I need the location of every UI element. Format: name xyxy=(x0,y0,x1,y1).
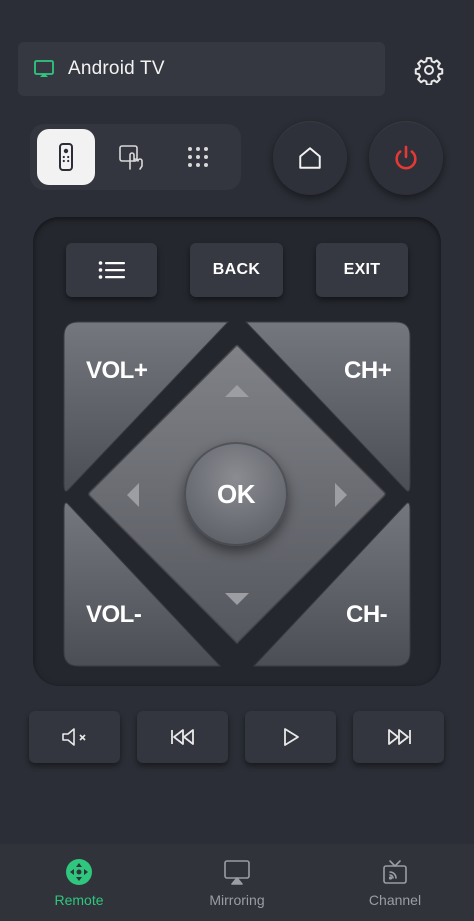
settings-button[interactable] xyxy=(410,51,448,89)
numpad-icon xyxy=(188,147,208,167)
fast-forward-icon xyxy=(387,729,411,745)
mode-remote-button[interactable] xyxy=(37,129,95,185)
play-icon xyxy=(283,728,299,746)
list-icon xyxy=(98,261,125,279)
rewind-button[interactable] xyxy=(137,711,228,763)
mode-selector xyxy=(30,124,241,190)
ok-button[interactable]: OK xyxy=(184,442,288,546)
mirroring-icon xyxy=(224,860,250,885)
fast-forward-button[interactable] xyxy=(353,711,444,763)
power-button[interactable] xyxy=(369,121,443,195)
nav-remote-label: Remote xyxy=(54,892,104,908)
ch-up-label: CH+ xyxy=(344,357,392,384)
dpad-icon xyxy=(66,859,92,885)
nav-remote[interactable]: Remote xyxy=(0,844,158,921)
touch-icon xyxy=(119,145,143,170)
exit-button[interactable]: EXIT xyxy=(316,243,408,297)
cast-icon xyxy=(34,60,54,77)
power-icon xyxy=(395,145,417,170)
ch-down-label: CH- xyxy=(346,601,388,628)
mute-icon xyxy=(61,728,86,746)
bottom-nav: Remote Mirroring Channel xyxy=(0,844,474,921)
gear-icon xyxy=(414,57,444,85)
nav-channel[interactable]: Channel xyxy=(316,844,474,921)
nav-channel-label: Channel xyxy=(368,892,422,908)
mute-button[interactable] xyxy=(29,711,120,763)
device-name: Android TV xyxy=(68,58,165,79)
remote-icon xyxy=(59,143,73,171)
mode-touch-button[interactable] xyxy=(103,129,161,185)
nav-mirroring[interactable]: Mirroring xyxy=(158,844,316,921)
vol-up-label: VOL+ xyxy=(86,357,148,384)
device-selector[interactable]: Android TV xyxy=(18,42,385,96)
nav-mirroring-label: Mirroring xyxy=(209,892,265,908)
home-button[interactable] xyxy=(273,121,347,195)
menu-button[interactable] xyxy=(66,243,157,297)
ok-label: OK xyxy=(217,478,256,509)
mode-numpad-button[interactable] xyxy=(169,129,227,185)
play-button[interactable] xyxy=(245,711,336,763)
home-icon xyxy=(299,147,321,169)
vol-down-label: VOL- xyxy=(86,601,142,628)
back-button[interactable]: BACK xyxy=(190,243,283,297)
channel-icon xyxy=(383,860,407,884)
rewind-icon xyxy=(170,729,194,745)
